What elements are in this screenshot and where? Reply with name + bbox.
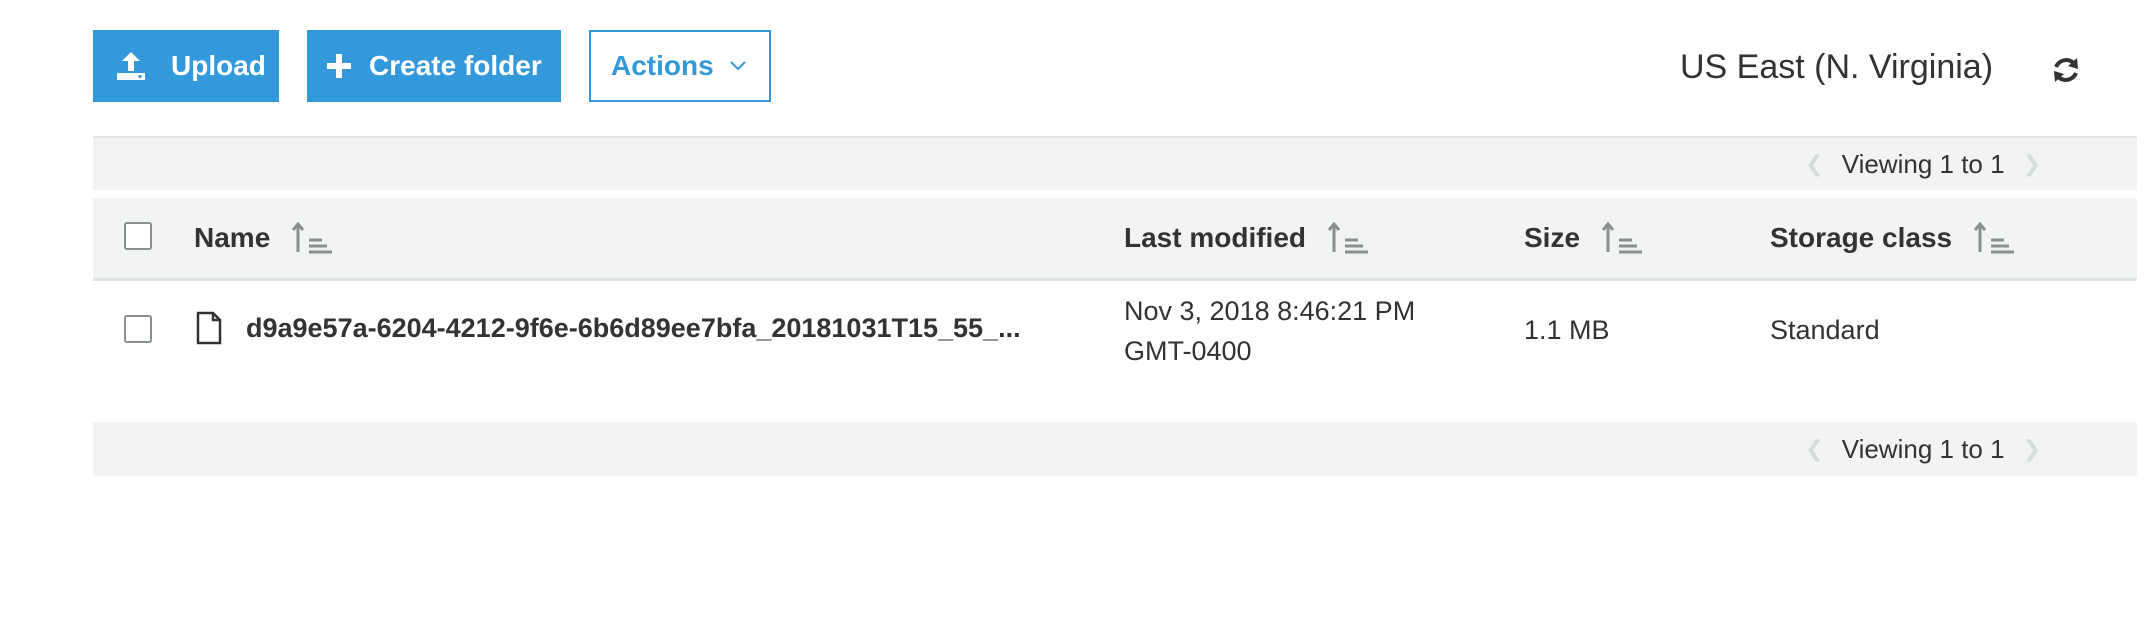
column-label: Size — [1524, 222, 1581, 253]
table-header: Name Last modified Size Storage class — [93, 198, 2137, 281]
row-checkbox[interactable] — [124, 315, 152, 343]
object-name-link[interactable]: d9a9e57a-6204-4212-9f6e-6b6d89ee7bfa_201… — [196, 311, 1021, 345]
column-label: Storage class — [1770, 222, 1953, 253]
sort-icon[interactable] — [1974, 220, 2016, 256]
upload-button[interactable]: Upload — [93, 30, 279, 102]
chevron-left-icon[interactable]: ❮ — [1805, 151, 1823, 177]
column-label: Name — [194, 222, 271, 253]
pagination-text: Viewing 1 to 1 — [1841, 148, 2005, 179]
upload-icon — [113, 48, 149, 84]
column-header-size[interactable]: Size — [1524, 198, 1644, 278]
chevron-right-icon[interactable]: ❯ — [2023, 151, 2041, 177]
column-header-storage-class[interactable]: Storage class — [1770, 198, 2016, 278]
column-label: Last modified — [1124, 222, 1307, 253]
region-label: US East (N. Virginia) — [1680, 48, 1994, 86]
sort-icon[interactable] — [1602, 220, 1644, 256]
last-modified-timezone: GMT-0400 — [1124, 336, 1252, 366]
size-cell: 1.1 MB — [1524, 315, 1610, 345]
upload-label: Upload — [171, 50, 266, 81]
pagination-top: ❮ Viewing 1 to 1 ❯ — [93, 136, 2137, 190]
chevron-down-icon — [728, 56, 748, 76]
plus-icon — [325, 52, 353, 80]
column-header-last-modified[interactable]: Last modified — [1124, 198, 1370, 278]
chevron-left-icon[interactable]: ❮ — [1805, 436, 1823, 462]
object-name: d9a9e57a-6204-4212-9f6e-6b6d89ee7bfa_201… — [246, 312, 1021, 343]
table-row: d9a9e57a-6204-4212-9f6e-6b6d89ee7bfa_201… — [93, 281, 2137, 381]
last-modified-cell: Nov 3, 2018 8:46:21 PM GMT-0400 — [1124, 291, 1415, 371]
last-modified-date: Nov 3, 2018 8:46:21 PM — [1124, 296, 1416, 326]
pagination-bottom: ❮ Viewing 1 to 1 ❯ — [93, 422, 2137, 476]
storage-class-cell: Standard — [1770, 315, 1880, 345]
sort-icon[interactable] — [292, 220, 334, 256]
pagination-text: Viewing 1 to 1 — [1841, 433, 2005, 464]
create-folder-label: Create folder — [369, 50, 542, 81]
actions-label: Actions — [611, 50, 714, 81]
column-header-name[interactable]: Name — [194, 198, 334, 278]
select-all-checkbox[interactable] — [124, 222, 152, 250]
sort-icon[interactable] — [1328, 220, 1370, 256]
file-icon — [196, 311, 222, 345]
chevron-right-icon[interactable]: ❯ — [2023, 436, 2041, 462]
refresh-icon[interactable] — [2050, 54, 2082, 86]
create-folder-button[interactable]: Create folder — [307, 30, 561, 102]
actions-dropdown[interactable]: Actions — [589, 30, 771, 102]
